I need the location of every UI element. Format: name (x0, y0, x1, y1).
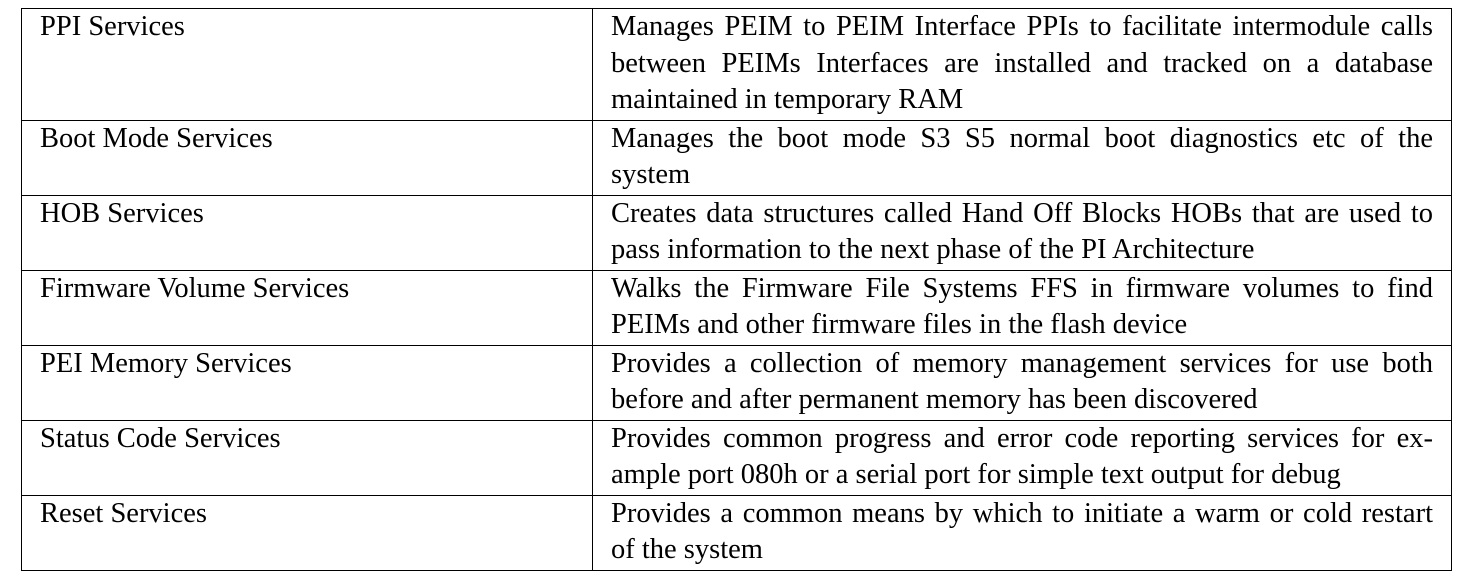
service-name-cell: Reset Services (21, 494, 593, 571)
table-row: HOB Services Creates data structures cal… (21, 194, 1452, 271)
services-table: PPI Services Manages PEIM to PEIM Interf… (21, 8, 1452, 571)
service-description-cell: Provides a common means by which to init… (592, 494, 1452, 571)
service-description-cell: Manages the boot mode S3 S5 normal boot … (592, 119, 1452, 196)
service-name-cell: PEI Memory Services (21, 344, 593, 421)
service-description-cell: Manages PEIM to PEIM Interface PPIs to f… (592, 8, 1452, 121)
service-name-cell: Boot Mode Services (21, 119, 593, 196)
table-row: Boot Mode Services Manages the boot mode… (21, 119, 1452, 196)
service-name-cell: HOB Services (21, 194, 593, 271)
table-row: Firmware Volume Services Walks the Firmw… (21, 269, 1452, 346)
table-row: Status Code Services Provides common pro… (21, 419, 1452, 496)
service-description-cell: Provides common progress and error code … (592, 419, 1452, 496)
service-description-cell: Walks the Firmware File Systems FFS in f… (592, 269, 1452, 346)
table-row: Reset Services Provides a common means b… (21, 494, 1452, 571)
service-description-cell: Provides a collection of memory manageme… (592, 344, 1452, 421)
table-row: PPI Services Manages PEIM to PEIM Interf… (21, 8, 1452, 121)
service-name-cell: PPI Services (21, 8, 593, 121)
service-name-cell: Status Code Services (21, 419, 593, 496)
table-row: PEI Memory Services Provides a collectio… (21, 344, 1452, 421)
service-name-cell: Firmware Volume Services (21, 269, 593, 346)
service-description-cell: Creates data structures called Hand Off … (592, 194, 1452, 271)
